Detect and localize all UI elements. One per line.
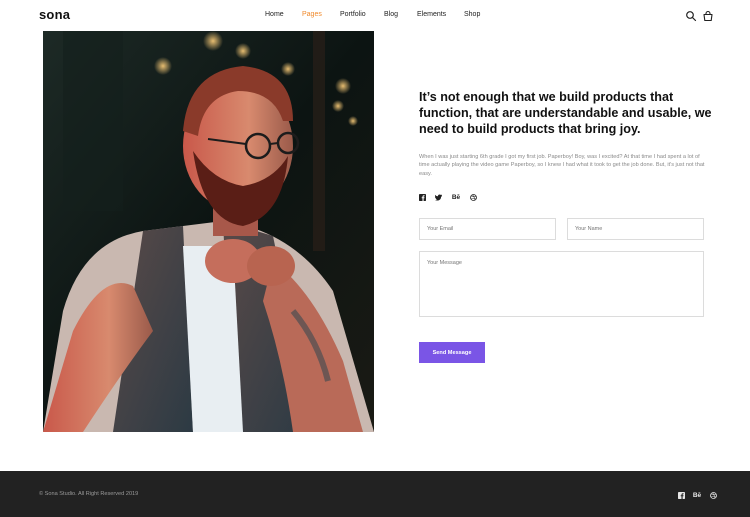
- dribbble-icon[interactable]: [470, 194, 477, 201]
- send-message-button[interactable]: Send Message: [419, 342, 485, 363]
- nav-item-elements[interactable]: Elements: [417, 11, 446, 18]
- section-body-text: When I was just starting 6th grade I got…: [419, 154, 705, 177]
- facebook-icon[interactable]: [677, 491, 685, 499]
- facebook-icon[interactable]: [419, 194, 426, 201]
- copyright-text: © Sona Studio. All Right Reserved 2019: [39, 491, 139, 497]
- search-icon[interactable]: [685, 9, 697, 22]
- twitter-icon[interactable]: [435, 194, 442, 201]
- section-headline: It’s not enough that we build products t…: [419, 90, 712, 136]
- message-field[interactable]: [419, 251, 704, 317]
- site-header: sona Home Pages Portfolio Blog Elements …: [0, 0, 750, 31]
- nav-item-shop[interactable]: Shop: [464, 11, 480, 18]
- nav-item-blog[interactable]: Blog: [384, 11, 398, 18]
- dribbble-icon[interactable]: [709, 491, 717, 499]
- site-logo[interactable]: sona: [39, 7, 70, 22]
- email-field[interactable]: [419, 218, 556, 240]
- nav-item-pages[interactable]: Pages: [302, 11, 322, 18]
- nav-item-home[interactable]: Home: [265, 11, 284, 18]
- site-footer: © Sona Studio. All Right Reserved 2019 B…: [0, 471, 750, 517]
- portrait-photo: [43, 31, 374, 432]
- footer-social-links: Bē: [677, 491, 717, 499]
- shopping-bag-icon[interactable]: [702, 9, 714, 22]
- social-links: Bē: [419, 194, 477, 201]
- name-field[interactable]: [567, 218, 704, 240]
- behance-icon[interactable]: Bē: [692, 491, 702, 499]
- behance-icon[interactable]: Bē: [451, 194, 461, 201]
- nav-item-portfolio[interactable]: Portfolio: [340, 11, 366, 18]
